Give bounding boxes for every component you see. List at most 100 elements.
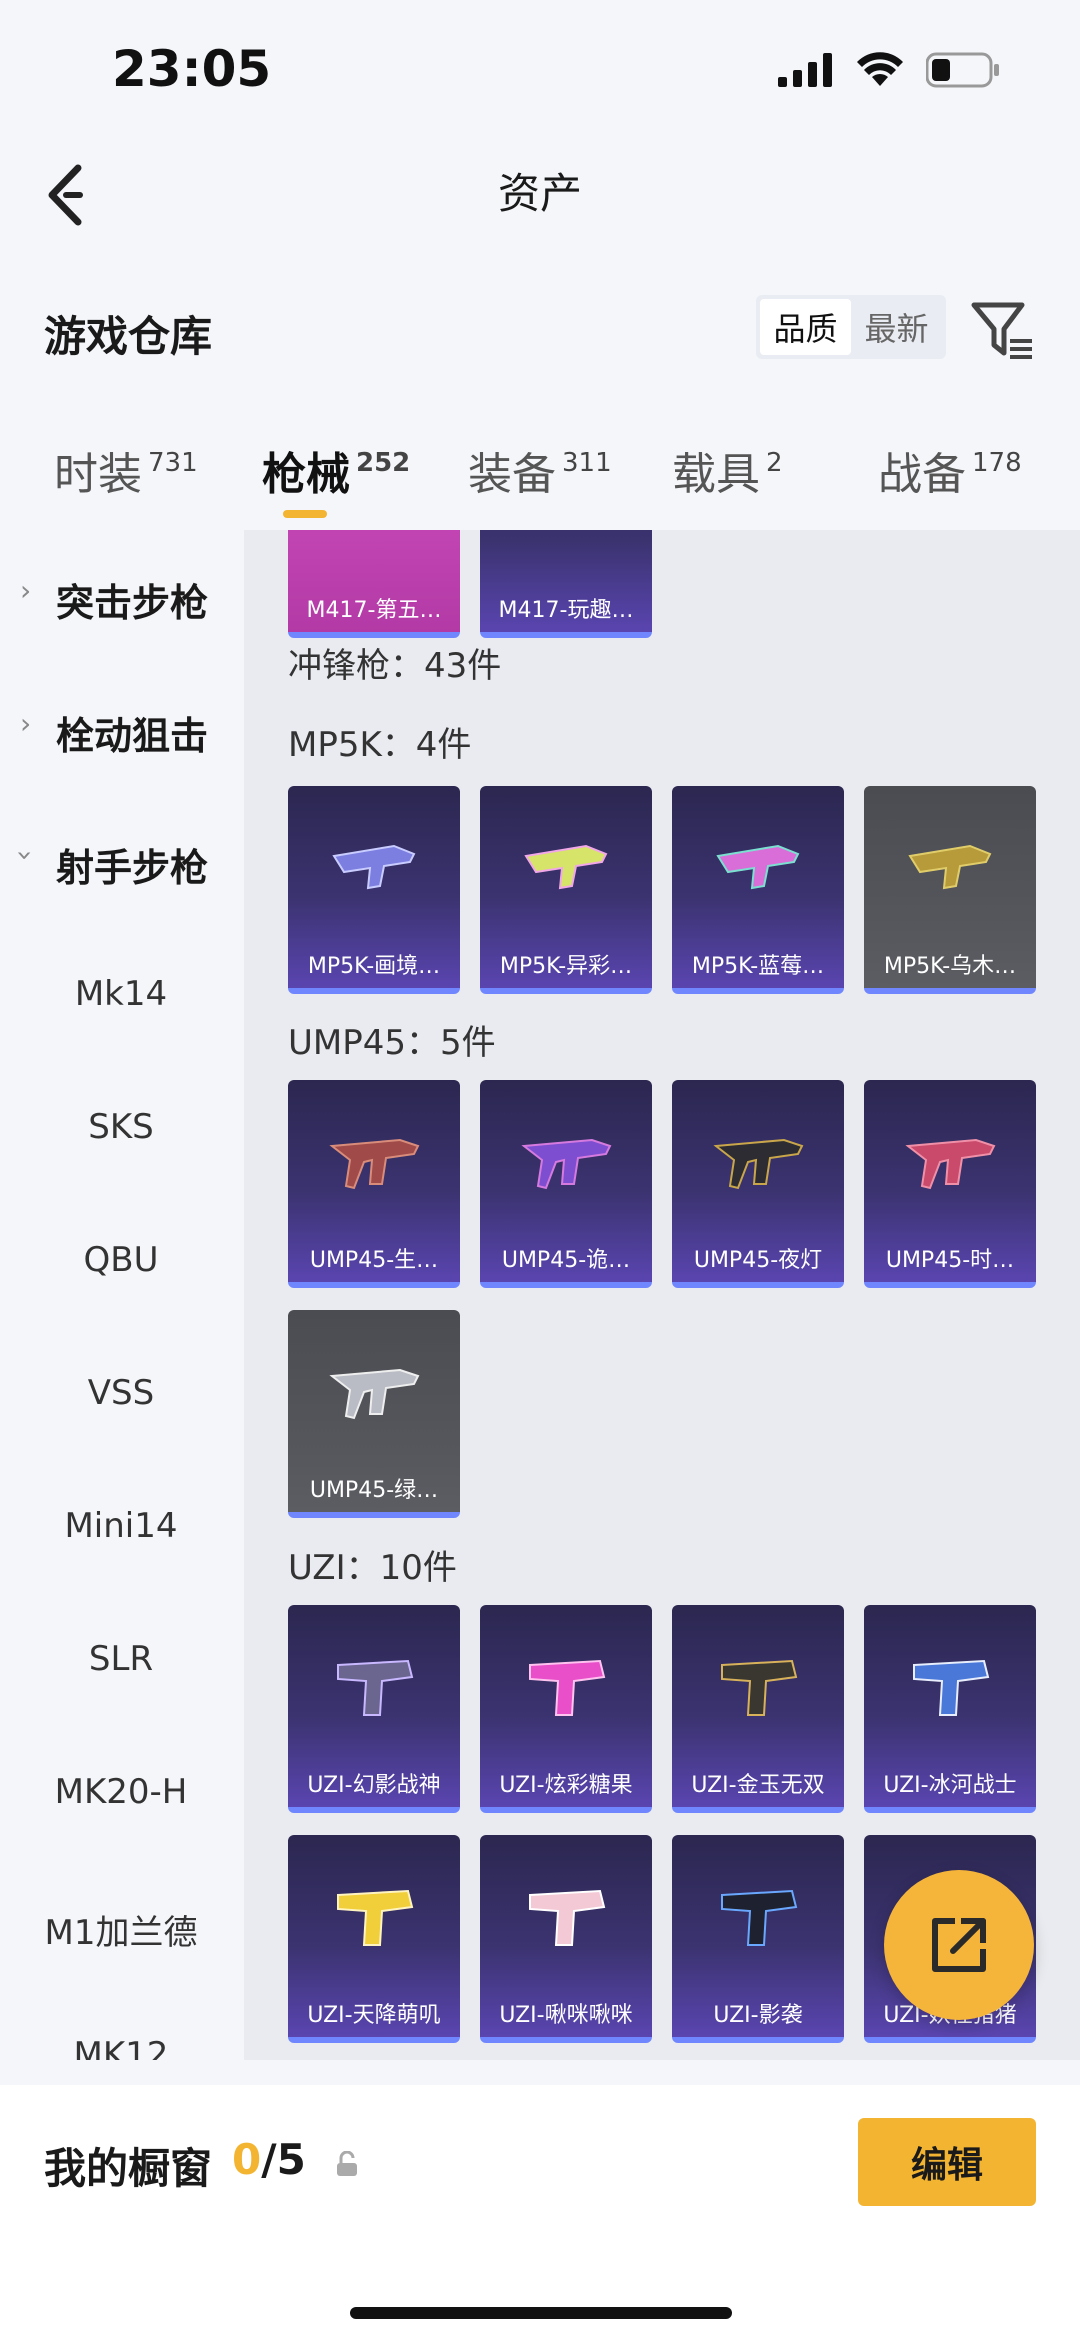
weapon-card-label: UZI-幻影战神 <box>307 1773 441 1798</box>
weapon-card[interactable]: MP5K-蓝莓… <box>672 786 844 994</box>
smg-icon <box>521 1138 612 1190</box>
tab-label: 时装 <box>54 449 142 500</box>
sidebar-category-label: 射手步枪 <box>56 846 209 890</box>
lock-icon <box>337 2151 357 2176</box>
warehouse-title: 游戏仓库 <box>44 312 213 361</box>
sidebar-item-mk20h[interactable]: MK20-H <box>0 1772 242 1812</box>
weapon-card-label: UMP45-时… <box>885 1248 1015 1273</box>
sidebar-item-vss[interactable]: VSS <box>0 1373 242 1413</box>
tab-count: 252 <box>356 448 411 478</box>
weapon-card[interactable]: MP5K-异彩… <box>480 786 652 994</box>
weapon-card-label: UMP45-生… <box>309 1248 439 1273</box>
page-title: 资产 <box>497 169 582 218</box>
weapon-card[interactable]: UZI-幻影战神 <box>288 1605 460 1813</box>
share-fab[interactable] <box>884 1870 1034 2020</box>
weapon-card-label: UZI-金玉无双 <box>691 1773 825 1798</box>
tab-count: 178 <box>972 448 1022 478</box>
weapon-card-label: UZI-影袭 <box>713 2003 803 2028</box>
weapon-card[interactable]: UMP45-诡… <box>480 1080 652 1288</box>
weapon-card[interactable]: UZI-影袭 <box>672 1835 844 2043</box>
status-bar: 23:05 <box>0 0 1080 130</box>
tab-count: 2 <box>766 448 783 478</box>
chevron-down-icon: › <box>9 849 43 862</box>
nav-bar: 资产 <box>0 130 1080 250</box>
sort-latest-button[interactable]: 最新 <box>851 299 942 355</box>
tab-label: 载具 <box>672 449 760 500</box>
tab-label: 战备 <box>878 449 966 500</box>
sidebar-category-label: 突击步枪 <box>56 581 209 625</box>
sidebar-item-sks[interactable]: SKS <box>0 1107 242 1147</box>
weapon-card-label: MP5K-异彩… <box>499 954 633 979</box>
weapon-card[interactable]: UMP45-时… <box>864 1080 1036 1288</box>
tab-equipment[interactable]: 装备 311 <box>468 438 612 502</box>
tab-firearms[interactable]: 枪械 252 <box>262 438 410 502</box>
edit-button[interactable]: 编辑 <box>858 2118 1036 2206</box>
uzi-icon <box>529 1889 606 1946</box>
weapon-card[interactable]: UZI-炫彩糖果 <box>480 1605 652 1813</box>
weapon-card-label: M417-第五… <box>306 598 442 623</box>
sidebar-item-qbu[interactable]: QBU <box>0 1240 242 1280</box>
weapon-type-sidebar: › 突击步枪 › 栓动狙击 › 射手步枪 Mk14 SKS QBU VSS Mi… <box>0 530 242 2060</box>
sidebar-item-slr[interactable]: SLR <box>0 1639 242 1679</box>
tab-label: 枪械 <box>262 449 350 500</box>
smg-icon <box>908 844 992 890</box>
sidebar-item-mk12[interactable]: MK12 <box>0 2035 242 2060</box>
showcase-total: /5 <box>261 2135 306 2184</box>
tab-label: 装备 <box>468 449 556 500</box>
uzi-icon <box>913 1659 990 1716</box>
weapon-card-label: MP5K-画境… <box>307 954 441 979</box>
sidebar-item-mk14[interactable]: Mk14 <box>0 974 242 1014</box>
tab-supplies[interactable]: 战备 178 <box>878 438 1022 502</box>
weapon-card[interactable]: UZI-冰河战士 <box>864 1605 1036 1813</box>
weapon-card-label: UMP45-绿… <box>309 1478 439 1503</box>
smg-icon <box>332 844 416 890</box>
signal-icon <box>778 53 832 87</box>
showcase-label: 我的橱窗 <box>44 2144 213 2193</box>
tab-count: 731 <box>148 448 198 478</box>
sidebar-item-mini14[interactable]: Mini14 <box>0 1506 242 1546</box>
group-label-mp5k: MP5K：4件 <box>288 725 472 765</box>
group-label-uzi: UZI：10件 <box>288 1548 457 1588</box>
weapon-card[interactable]: UMP45-绿… <box>288 1310 460 1518</box>
chevron-right-icon: › <box>20 574 32 607</box>
tab-vehicles[interactable]: 载具 2 <box>672 438 783 502</box>
weapon-card[interactable]: M417-第五… <box>288 530 460 638</box>
weapon-card[interactable]: UZI-啾咪啾咪 <box>480 1835 652 2043</box>
category-tabs: 时装 731 枪械 252 装备 311 载具 2 战备 178 <box>0 420 1080 530</box>
tab-active-indicator <box>283 510 327 518</box>
weapon-card[interactable]: UZI-金玉无双 <box>672 1605 844 1813</box>
weapon-card[interactable]: MP5K-乌木… <box>864 786 1036 994</box>
external-link-icon <box>932 1918 986 1972</box>
weapon-card-label: MP5K-蓝莓… <box>691 954 825 979</box>
weapon-card-label: UZI-炫彩糖果 <box>499 1773 633 1798</box>
filter-icon[interactable] <box>970 299 1034 363</box>
weapon-card-label: M417-玩趣… <box>498 598 634 623</box>
smg-icon <box>905 1138 996 1190</box>
uzi-icon <box>721 1889 798 1946</box>
weapon-card-label: UMP45-夜灯 <box>693 1248 823 1273</box>
weapon-card[interactable]: UZI-天降萌叽 <box>288 1835 460 2043</box>
weapon-card[interactable]: M417-玩趣… <box>480 530 652 638</box>
tab-count: 311 <box>562 448 612 478</box>
showcase-count: 0/5 <box>232 2135 306 2184</box>
weapon-card[interactable]: UMP45-夜灯 <box>672 1080 844 1288</box>
group-label-smg: 冲锋枪：43件 <box>288 646 502 686</box>
smg-icon <box>524 844 608 890</box>
weapon-card-label: UZI-天降萌叽 <box>307 2003 441 2028</box>
weapon-card[interactable]: MP5K-画境… <box>288 786 460 994</box>
tab-fashion[interactable]: 时装 731 <box>54 438 198 502</box>
weapon-grid: M417-第五… M417-玩趣… 冲锋枪：43件 MP5K：4件 MP5K-画… <box>244 530 1080 2060</box>
smg-icon <box>329 1138 420 1190</box>
uzi-icon <box>337 1659 414 1716</box>
weapon-card-label: UZI-啾咪啾咪 <box>499 2003 633 2028</box>
group-label-ump45: UMP45：5件 <box>288 1023 496 1063</box>
uzi-icon <box>529 1659 606 1716</box>
sidebar-category-label: 栓动狙击 <box>56 714 209 758</box>
smg-icon <box>716 844 800 890</box>
weapon-card[interactable]: UMP45-生… <box>288 1080 460 1288</box>
weapon-card-label: MP5K-乌木… <box>883 954 1017 979</box>
uzi-icon <box>721 1659 798 1716</box>
sidebar-item-m1-garand[interactable]: M1加兰德 <box>0 1905 242 1954</box>
chevron-right-icon: › <box>20 707 32 740</box>
sort-quality-button[interactable]: 品质 <box>760 299 851 355</box>
